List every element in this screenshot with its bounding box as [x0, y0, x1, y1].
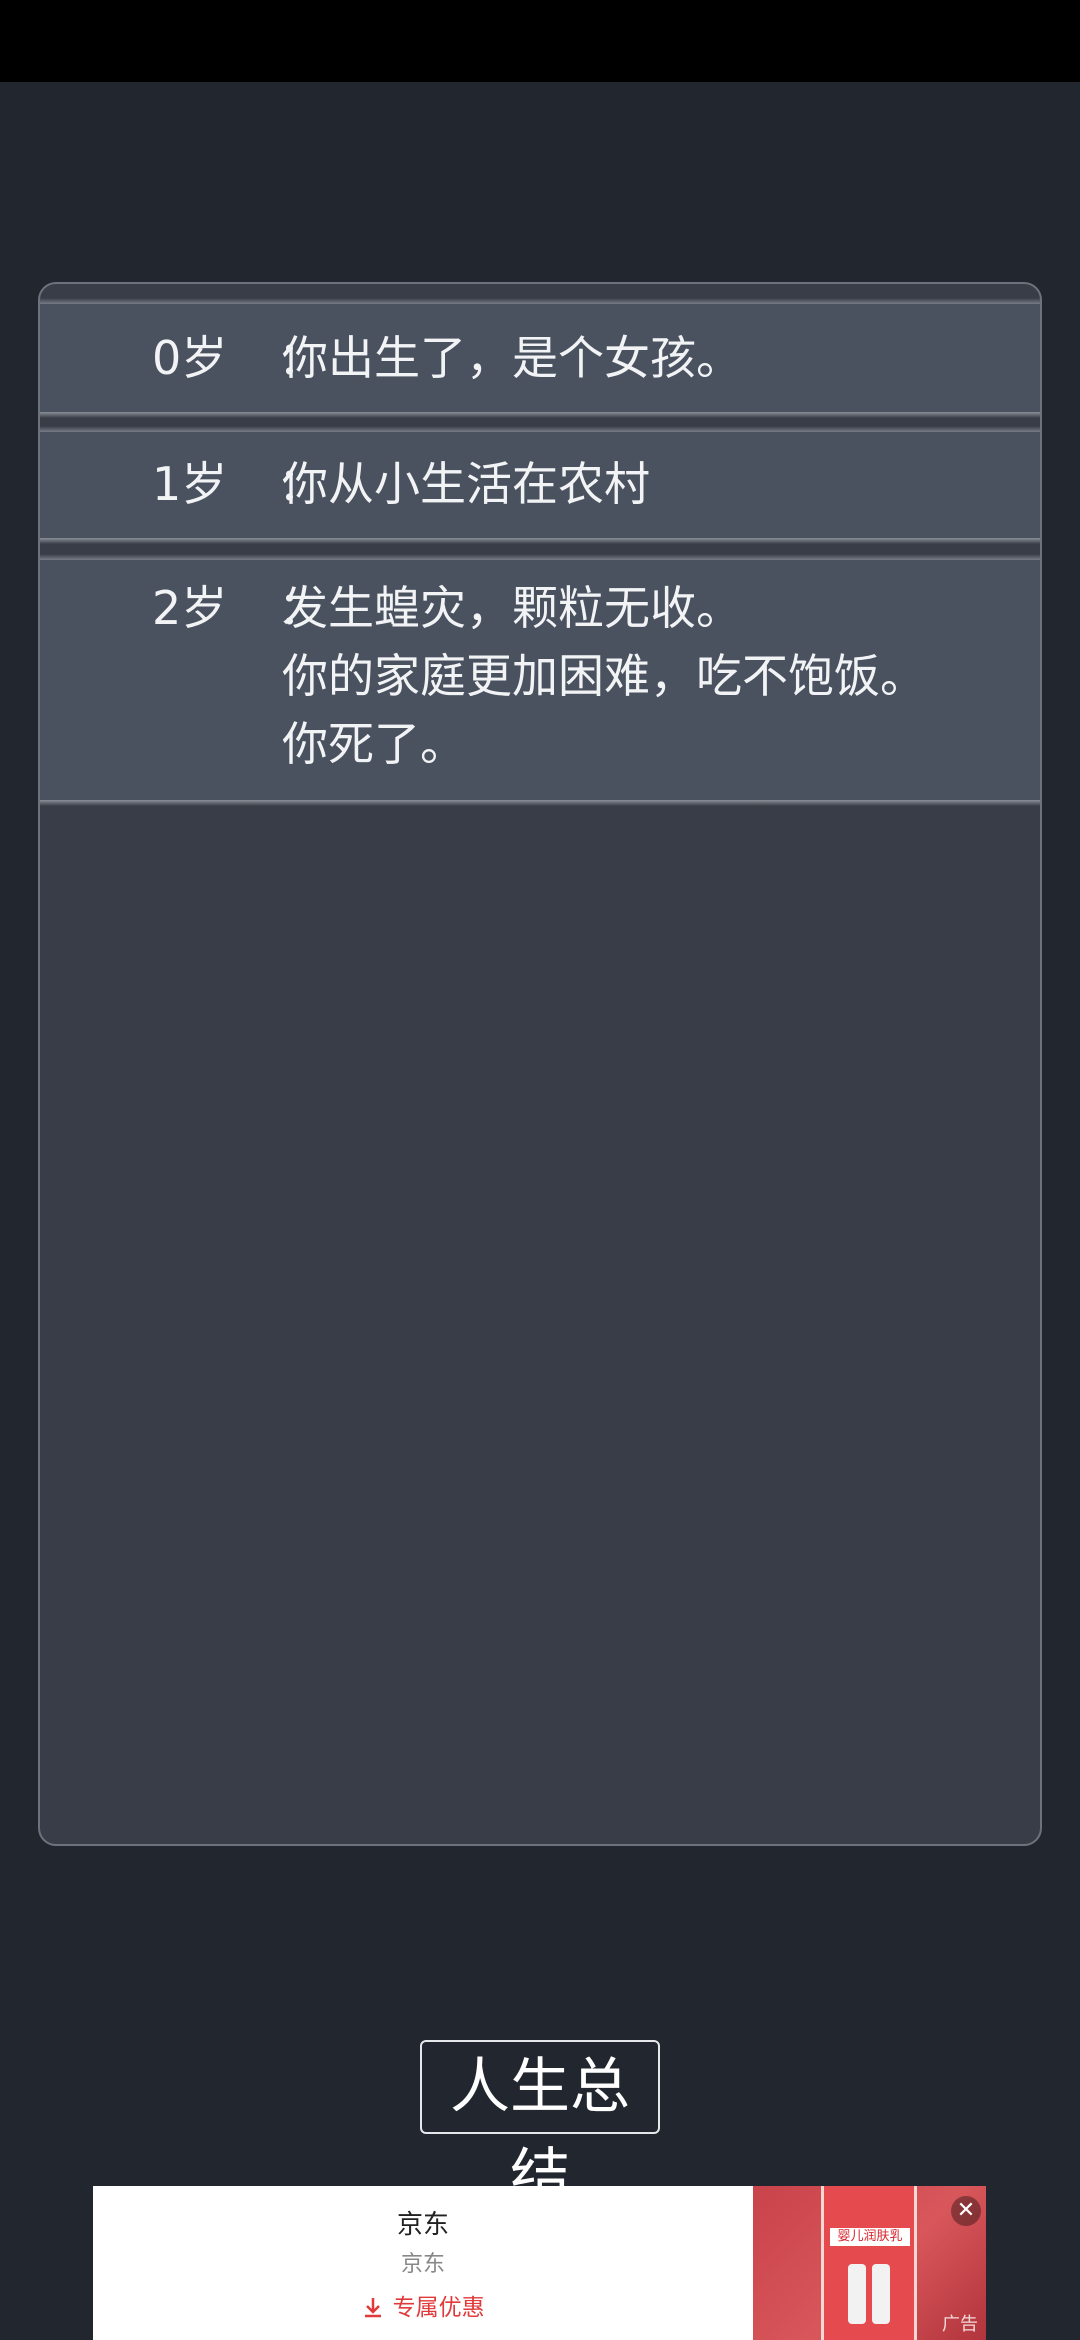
download-icon	[361, 2295, 392, 2321]
entry-age: 1岁	[152, 457, 228, 511]
bottle-icon	[848, 2264, 866, 2324]
entry-line: 你出生了，是个女孩。	[282, 331, 742, 385]
life-log-panel[interactable]: 0岁 ： 你出生了，是个女孩。 1岁 ： 你从小生活在农村 2岁 ： 发生蝗灾，…	[38, 282, 1042, 1846]
ad-label: 广告	[942, 2314, 978, 2335]
log-entry: 1岁 ： 你从小生活在农村	[40, 426, 1040, 544]
ad-cta-button[interactable]: 专属优惠	[93, 2288, 753, 2322]
entry-line: 你死了。	[282, 717, 466, 771]
life-summary-button[interactable]: 人生总结	[420, 2040, 660, 2212]
entry-text: 你出生了，是个女孩。	[282, 324, 742, 392]
ad-cta-label: 专属优惠	[392, 2295, 485, 2321]
entry-text: 你从小生活在农村	[282, 450, 650, 518]
entry-text: 发生蝗灾，颗粒无收。 你的家庭更加困难，吃不饱饭。 你死了。	[282, 574, 926, 778]
ad-title[interactable]: 京东	[93, 2204, 753, 2241]
entry-line: 发生蝗灾，颗粒无收。	[282, 581, 742, 635]
entry-line: 你从小生活在农村	[282, 457, 650, 511]
ad-image[interactable]: 婴儿润肤乳 ✕ 广告	[753, 2186, 986, 2340]
bottle-icon	[872, 2264, 890, 2324]
product-label: 婴儿润肤乳	[830, 2228, 910, 2246]
entry-age: 2岁	[152, 581, 228, 635]
ad-subtitle: 京东	[400, 2252, 445, 2277]
log-entry: 0岁 ： 你出生了，是个女孩。	[40, 298, 1040, 418]
close-icon[interactable]: ✕	[951, 2196, 981, 2226]
entry-age: 0岁	[152, 331, 228, 385]
entry-line: 你的家庭更加困难，吃不饱饭。	[282, 649, 926, 703]
product-image: 婴儿润肤乳	[821, 2186, 917, 2340]
log-entry: 2岁 ： 发生蝗灾，颗粒无收。 你的家庭更加困难，吃不饱饭。 你死了。	[40, 554, 1040, 806]
status-bar	[0, 0, 1080, 82]
ad-banner[interactable]: 京东 京东 专属优惠 婴儿润肤乳 ✕ 广告	[93, 2186, 986, 2340]
